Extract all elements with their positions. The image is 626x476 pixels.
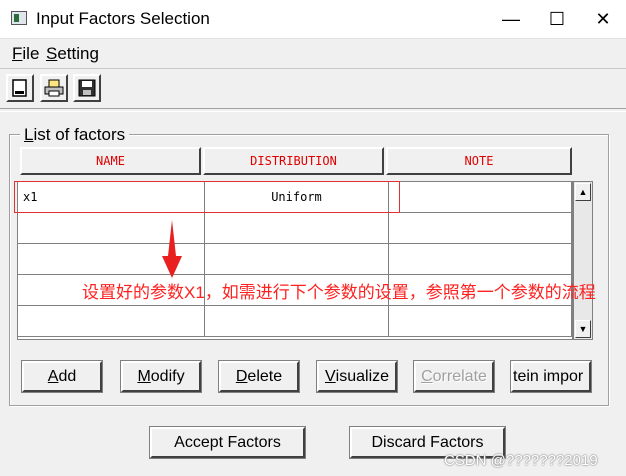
menu-setting-accel: S bbox=[46, 44, 58, 63]
correlate-accel: C bbox=[421, 367, 433, 385]
menu-bar: File Setting bbox=[0, 38, 626, 69]
triangle-down-icon: ▼ bbox=[578, 324, 588, 334]
delete-label: elete bbox=[247, 367, 283, 385]
cell-distribution-row-2[interactable] bbox=[205, 213, 389, 244]
menu-setting-label: etting bbox=[57, 44, 99, 63]
correlate-label: orrelate bbox=[432, 367, 487, 385]
modify-accel: M bbox=[137, 367, 151, 385]
scroll-up-button[interactable]: ▲ bbox=[575, 183, 591, 201]
watermark-text: CSDN @???????2019 bbox=[444, 452, 598, 469]
window-title: Input Factors Selection bbox=[36, 9, 210, 28]
maximize-button[interactable]: ☐ bbox=[534, 0, 580, 38]
modify-button[interactable]: Modify bbox=[120, 360, 202, 393]
table-scrollbar[interactable]: ▲ ▼ bbox=[573, 181, 593, 340]
delete-button[interactable]: Delete bbox=[218, 360, 300, 393]
modify-label: odify bbox=[150, 367, 185, 385]
factors-group-text: ist of factors bbox=[33, 125, 126, 144]
minimize-icon: — bbox=[502, 8, 520, 29]
add-button[interactable]: Add bbox=[21, 360, 103, 393]
column-header-name[interactable]: NAME bbox=[20, 147, 201, 175]
menu-file-label: ile bbox=[22, 44, 40, 63]
annotation-highlight-box bbox=[14, 181, 400, 213]
visualize-label: isualize bbox=[335, 367, 390, 385]
menu-file[interactable]: File bbox=[12, 44, 39, 64]
save-button[interactable] bbox=[73, 74, 101, 102]
app-icon bbox=[11, 11, 27, 25]
new-document-icon bbox=[12, 79, 27, 97]
print-button[interactable] bbox=[40, 74, 68, 102]
column-header-note[interactable]: NOTE bbox=[386, 147, 572, 175]
cell-note-row-5[interactable] bbox=[389, 306, 572, 337]
maximize-icon: ☐ bbox=[548, 8, 566, 29]
close-icon: ✕ bbox=[595, 8, 611, 29]
add-accel: A bbox=[47, 367, 59, 385]
cell-note-row-2[interactable] bbox=[389, 213, 572, 244]
correlate-button[interactable]: Correlate bbox=[413, 360, 495, 393]
delete-accel: D bbox=[235, 367, 248, 385]
cell-note-row-1[interactable] bbox=[389, 182, 572, 213]
menu-setting[interactable]: Setting bbox=[46, 44, 99, 64]
add-label: dd bbox=[58, 367, 77, 385]
accept-factors-button[interactable]: Accept Factors bbox=[149, 426, 306, 459]
triangle-up-icon: ▲ bbox=[578, 187, 588, 197]
import-button[interactable]: tein impor bbox=[510, 360, 592, 393]
factors-group-label: List of factors bbox=[20, 125, 130, 145]
annotation-arrow-icon bbox=[162, 220, 182, 278]
print-icon bbox=[44, 79, 64, 97]
cell-distribution-row-3[interactable] bbox=[205, 244, 389, 275]
toolbar-divider bbox=[0, 108, 626, 112]
import-label: tein impor bbox=[513, 367, 584, 385]
title-bar: Input Factors Selection — ☐ ✕ bbox=[0, 0, 626, 38]
visualize-accel: V bbox=[324, 367, 336, 385]
cell-distribution-row-5[interactable] bbox=[205, 306, 389, 337]
visualize-button[interactable]: Visualize bbox=[316, 360, 398, 393]
cell-note-row-3[interactable] bbox=[389, 244, 572, 275]
column-header-distribution[interactable]: DISTRIBUTION bbox=[203, 147, 384, 175]
save-icon bbox=[78, 79, 96, 97]
close-button[interactable]: ✕ bbox=[580, 0, 626, 38]
minimize-button[interactable]: — bbox=[488, 0, 534, 38]
menu-file-accel: F bbox=[12, 44, 23, 63]
cell-name-row-5[interactable] bbox=[18, 306, 205, 337]
new-file-button[interactable] bbox=[6, 74, 34, 102]
annotation-text: 设置好的参数X1，如需进行下个参数的设置，参照第一个参数的流程 bbox=[82, 283, 596, 302]
scroll-down-button[interactable]: ▼ bbox=[575, 320, 591, 338]
